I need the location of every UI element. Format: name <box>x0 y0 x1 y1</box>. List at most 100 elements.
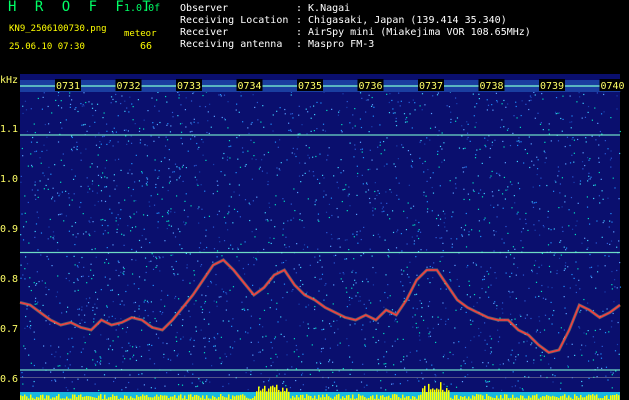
noise-dot <box>317 261 319 263</box>
noise-dot <box>275 308 278 310</box>
noise-dot <box>175 195 178 197</box>
noise-dot <box>260 121 262 123</box>
noise-dot <box>322 196 325 198</box>
noise-dot <box>100 177 103 179</box>
noise-dot <box>333 255 335 257</box>
noise-dot <box>167 213 169 215</box>
noise-dot <box>187 296 189 298</box>
noise-dot <box>452 192 454 194</box>
noise-dot <box>236 136 238 139</box>
noise-dot <box>354 108 356 110</box>
noise-dot <box>519 126 522 128</box>
noise-dot <box>611 270 613 273</box>
noise-dot <box>533 264 536 266</box>
noise-dot <box>94 313 96 315</box>
noise-dot <box>21 213 23 215</box>
noise-dot <box>98 389 100 392</box>
noise-dot <box>272 361 274 363</box>
noise-dot <box>336 389 338 391</box>
noise-dot <box>149 358 151 360</box>
noise-dot <box>24 100 27 102</box>
noise-dot <box>106 247 108 249</box>
noise-dot <box>86 305 88 307</box>
noise-dot <box>328 361 330 363</box>
noise-dot <box>101 136 104 138</box>
noise-dot <box>123 129 126 131</box>
noise-dot <box>419 105 421 107</box>
noise-dot <box>30 108 32 110</box>
noise-dot <box>185 97 187 99</box>
activity-bar <box>142 394 144 400</box>
noise-dot <box>337 187 340 189</box>
noise-dot <box>77 308 79 310</box>
noise-dot <box>447 318 449 320</box>
noise-dot <box>120 169 122 171</box>
noise-dot <box>22 226 25 228</box>
noise-dot <box>228 211 230 213</box>
noise-dot <box>466 138 468 140</box>
noise-dot <box>468 231 470 233</box>
noise-dot <box>583 332 585 334</box>
noise-dot <box>128 111 130 113</box>
noise-dot <box>427 305 430 307</box>
noise-dot <box>237 248 239 250</box>
noise-dot <box>562 95 564 97</box>
noise-dot <box>178 94 180 96</box>
noise-dot <box>268 241 270 244</box>
noise-dot <box>307 154 309 156</box>
noise-dot <box>117 260 119 262</box>
noise-dot <box>539 123 542 125</box>
noise-dot <box>171 171 174 173</box>
noise-dot <box>177 353 179 355</box>
noise-dot <box>342 272 344 274</box>
noise-dot <box>450 121 452 123</box>
noise-dot <box>485 146 487 148</box>
noise-dot <box>24 256 27 258</box>
noise-dot <box>283 283 286 285</box>
noise-dot <box>369 168 371 170</box>
noise-dot <box>194 136 196 138</box>
noise-dot <box>498 189 500 191</box>
noise-dot <box>272 114 274 116</box>
noise-dot <box>610 150 612 152</box>
noise-dot <box>534 117 536 119</box>
noise-dot <box>99 362 101 364</box>
noise-dot <box>170 254 172 256</box>
noise-dot <box>48 315 50 317</box>
noise-dot <box>513 257 515 259</box>
activity-bar <box>552 395 554 400</box>
noise-dot <box>362 253 365 255</box>
noise-dot <box>577 268 579 270</box>
noise-dot <box>486 109 488 111</box>
noise-dot <box>323 299 325 301</box>
noise-dot <box>512 371 514 373</box>
activity-bar <box>266 391 268 400</box>
noise-dot <box>300 181 302 183</box>
noise-dot <box>166 139 169 141</box>
noise-dot <box>243 308 245 310</box>
noise-dot <box>66 255 68 258</box>
noise-dot <box>181 384 184 386</box>
noise-dot <box>30 153 32 155</box>
noise-dot <box>290 130 292 132</box>
noise-dot <box>60 159 62 161</box>
noise-dot <box>602 221 604 224</box>
noise-dot <box>426 201 428 203</box>
noise-dot <box>534 229 536 231</box>
noise-dot <box>215 273 217 276</box>
noise-dot <box>357 172 359 175</box>
noise-dot <box>405 229 408 231</box>
noise-dot <box>303 244 306 246</box>
noise-dot <box>607 148 609 150</box>
noise-dot <box>564 145 566 148</box>
noise-dot <box>89 234 91 237</box>
noise-dot <box>299 133 301 135</box>
noise-dot <box>568 225 570 227</box>
noise-dot <box>455 309 457 311</box>
noise-dot <box>520 315 522 317</box>
noise-dot <box>61 191 64 193</box>
noise-dot <box>39 157 41 159</box>
noise-dot <box>84 342 86 344</box>
noise-dot <box>490 338 493 340</box>
noise-dot <box>383 306 385 308</box>
